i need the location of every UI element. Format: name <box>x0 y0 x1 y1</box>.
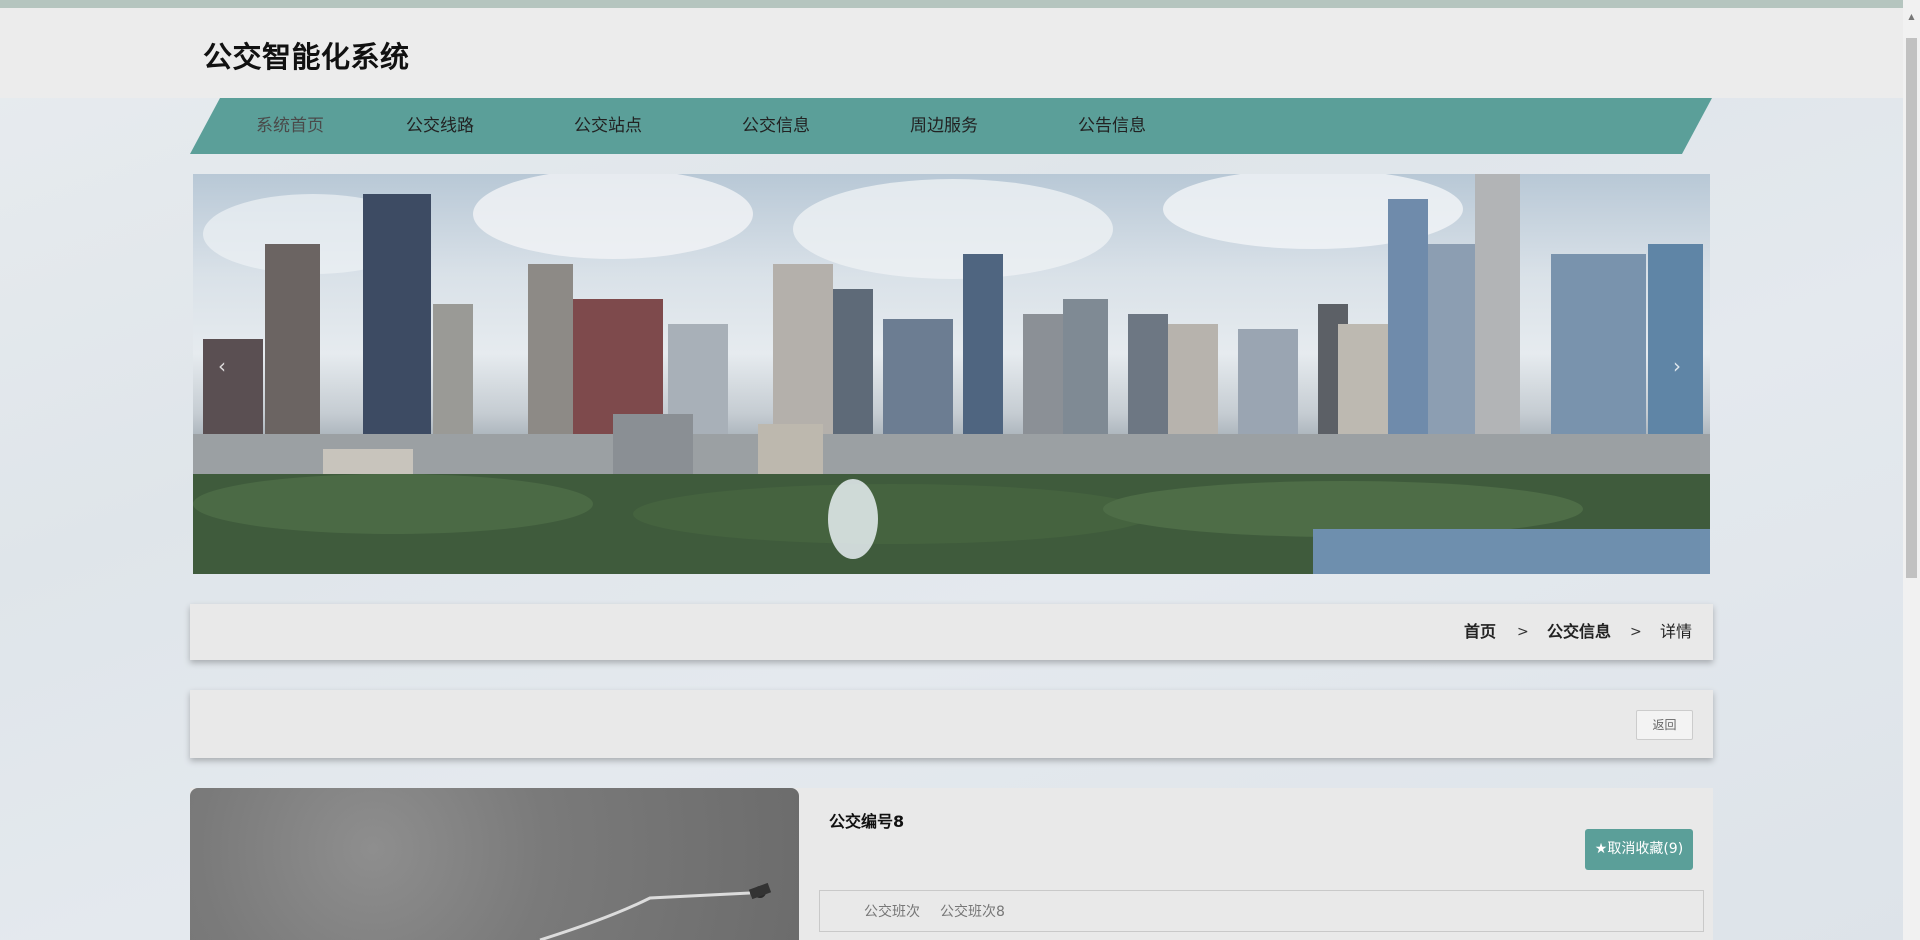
breadcrumb-current: 详情 <box>1660 622 1693 641</box>
nav-item-announcements[interactable]: 公告信息 <box>1052 98 1172 154</box>
nav-item-home[interactable]: 系统首页 <box>230 98 350 154</box>
breadcrumb-home[interactable]: 首页 <box>1464 604 1496 660</box>
bus-photo <box>190 788 799 940</box>
scroll-up-icon[interactable]: ▲ <box>1903 8 1920 25</box>
field-value-bus-shift: 公交班次8 <box>940 904 1005 920</box>
breadcrumb-section[interactable]: 公交信息 <box>1547 604 1611 660</box>
city-skyline-image <box>193 174 1710 574</box>
site-title: 公交智能化系统 <box>203 40 410 74</box>
unfavorite-button[interactable]: ★取消收藏(9) <box>1585 829 1693 870</box>
nav-item-bus-info[interactable]: 公交信息 <box>716 98 836 154</box>
action-bar <box>190 690 1713 758</box>
breadcrumb-separator: > <box>1630 624 1642 640</box>
breadcrumb-separator: > <box>1517 624 1529 640</box>
field-label-bus-shift: 公交班次 <box>864 904 920 920</box>
banner-prev-arrow[interactable]: ‹ <box>218 354 226 378</box>
top-accent-line <box>0 0 1920 8</box>
scrollbar-thumb[interactable] <box>1906 38 1917 578</box>
banner-carousel[interactable]: ‹ › <box>193 174 1710 574</box>
bus-name-title: 公交编号8 <box>829 812 905 831</box>
nav-item-nearby-services[interactable]: 周边服务 <box>884 98 1004 154</box>
main-nav: 系统首页 公交线路 公交站点 公交信息 周边服务 公告信息 <box>190 98 1712 154</box>
site-header: 公交智能化系统 <box>0 8 1920 98</box>
nav-item-bus-stops[interactable]: 公交站点 <box>548 98 668 154</box>
banner-next-arrow[interactable]: › <box>1673 354 1681 378</box>
breadcrumb: 首页 > 公交信息 > 详情 <box>190 604 1713 660</box>
back-button[interactable]: 返回 <box>1636 710 1693 740</box>
bus-photo-image <box>539 882 772 940</box>
nav-item-bus-routes[interactable]: 公交线路 <box>380 98 500 154</box>
